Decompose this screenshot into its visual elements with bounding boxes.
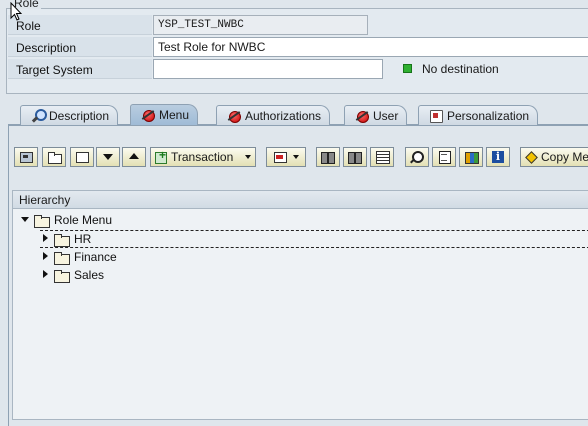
folder-icon: [54, 269, 70, 283]
move-down-button[interactable]: [96, 147, 120, 167]
expand-icon[interactable]: [40, 234, 49, 243]
document-icon: [437, 151, 451, 164]
transaction-button[interactable]: Transaction: [150, 147, 256, 167]
zoom-icon: [410, 151, 424, 163]
tab-user-label: User: [373, 108, 399, 123]
copy-menus-label: Copy Me: [541, 150, 588, 164]
hierarchy-header: Hierarchy: [13, 191, 588, 209]
info-button[interactable]: [486, 147, 510, 167]
arrow-down-icon: [101, 151, 115, 163]
display-menu-button[interactable]: [14, 147, 38, 167]
details-button[interactable]: [405, 147, 429, 167]
tree-node-label: Sales: [74, 267, 105, 282]
find-button[interactable]: [316, 147, 340, 167]
collapse-icon[interactable]: [20, 215, 29, 224]
personalization-icon: [429, 109, 443, 123]
expand-icon[interactable]: [40, 252, 49, 261]
print-button[interactable]: [432, 147, 456, 167]
magnifier-icon: [31, 108, 47, 123]
tab-description[interactable]: Description: [20, 105, 119, 125]
tab-authorizations[interactable]: Authorizations: [216, 105, 331, 125]
tree-node-role-menu[interactable]: Role Menu: [20, 211, 112, 228]
add-transaction-icon: [154, 148, 168, 164]
tree-node-label: Finance: [74, 249, 117, 264]
tab-personalization-label: Personalization: [447, 108, 530, 123]
layout-button[interactable]: [370, 147, 394, 167]
description-label: Description: [16, 41, 77, 55]
report-button[interactable]: [459, 147, 483, 167]
description-field[interactable]: Test Role for NWBC: [153, 37, 588, 57]
tab-description-label: Description: [49, 108, 110, 123]
status-red-icon: [141, 108, 155, 122]
tree-node-sales[interactable]: Sales: [40, 266, 104, 283]
chevron-down-icon: [293, 155, 299, 159]
destination-status-text: No destination: [422, 62, 499, 76]
move-up-button[interactable]: [122, 147, 146, 167]
delete-node-button[interactable]: [266, 147, 306, 167]
target-system-field[interactable]: [153, 59, 383, 79]
copy-menus-icon: [524, 151, 538, 163]
tab-personalization[interactable]: Personalization: [418, 105, 539, 125]
save-icon: [75, 151, 89, 163]
status-red-icon: [227, 109, 241, 123]
status-red-icon: [355, 109, 369, 123]
tree-node-label: Role Menu: [54, 212, 113, 227]
chevron-down-icon: [245, 155, 251, 159]
screen-icon: [19, 151, 33, 163]
copy-menus-button[interactable]: Copy Me: [520, 147, 588, 167]
tree-row-selected: [40, 230, 588, 248]
folder-icon: [54, 233, 70, 247]
mouse-cursor-icon: [10, 2, 22, 21]
tab-menu[interactable]: Menu: [130, 104, 199, 125]
report-icon: [464, 151, 479, 164]
role-field[interactable]: YSP_TEST_NWBC: [153, 15, 368, 35]
delete-icon: [273, 151, 287, 163]
tree-node-label: HR: [74, 231, 92, 246]
transaction-label: Transaction: [171, 150, 234, 164]
list-icon: [375, 151, 390, 164]
tab-menu-label: Menu: [159, 108, 190, 122]
tab-user[interactable]: User: [344, 105, 408, 125]
destination-status-icon: [403, 64, 412, 73]
tab-authorizations-label: Authorizations: [245, 108, 322, 123]
arrow-up-icon: [127, 151, 141, 163]
folder-open-icon: [34, 214, 50, 228]
folder-icon: [47, 151, 62, 164]
expand-icon[interactable]: [40, 270, 49, 279]
binoculars-icon: [321, 151, 335, 164]
target-system-label: Target System: [16, 63, 93, 77]
tree-node-hr[interactable]: HR: [40, 230, 91, 247]
find-next-button[interactable]: [343, 147, 367, 167]
folder-icon: [54, 251, 70, 265]
info-icon: [491, 151, 505, 163]
binoculars-next-icon: [348, 151, 362, 164]
tree-node-finance[interactable]: Finance: [40, 248, 117, 265]
save-button[interactable]: [70, 147, 94, 167]
create-folder-button[interactable]: [42, 147, 66, 167]
